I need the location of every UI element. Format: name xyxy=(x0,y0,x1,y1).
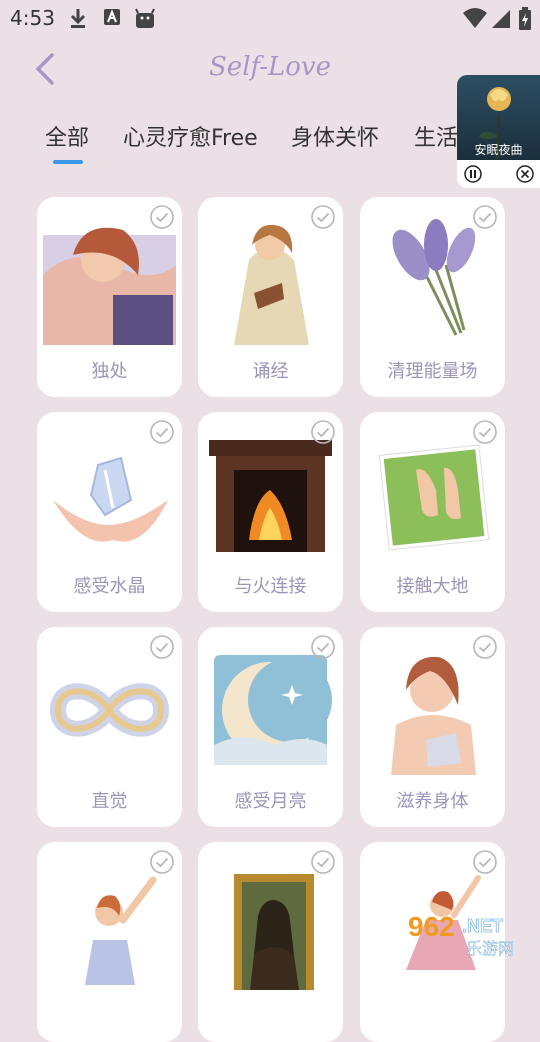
card-label: 清理能量场 xyxy=(387,361,478,382)
watermark-logo: 962 .NET 乐游网 xyxy=(408,911,514,958)
card-art[interactable] xyxy=(198,842,343,1042)
card-feel-crystal[interactable]: 感受水晶 xyxy=(37,412,182,612)
check-circle-icon[interactable] xyxy=(473,205,497,229)
card-label: 感受水晶 xyxy=(73,576,146,597)
status-time: 4:53 xyxy=(10,6,55,30)
a-icon xyxy=(104,9,120,25)
wifi-icon xyxy=(463,8,487,28)
crystal-in-hands-illustration xyxy=(53,456,168,542)
pause-icon[interactable] xyxy=(464,165,482,183)
signal-icon xyxy=(492,10,510,28)
card-label: 诵经 xyxy=(252,361,289,382)
card-nourish-body[interactable]: 滋养身体 xyxy=(360,627,505,827)
watermark-brand: 962 xyxy=(408,911,455,942)
mona-lisa-painting-illustration xyxy=(234,874,314,990)
card-label: 滋养身体 xyxy=(396,791,469,812)
watermark-site: 乐游网 xyxy=(466,939,514,958)
card-label: 直觉 xyxy=(91,791,128,812)
woman-self-care-illustration xyxy=(391,656,476,775)
card-intuition[interactable]: 直觉 xyxy=(37,627,182,827)
card-label: 与火连接 xyxy=(234,576,307,597)
card-connect-fire[interactable]: 与火连接 xyxy=(198,412,343,612)
check-circle-icon[interactable] xyxy=(473,420,497,444)
check-circle-icon[interactable] xyxy=(150,850,174,874)
battery-icon xyxy=(519,7,531,30)
woman-reading-illustration xyxy=(234,224,309,345)
moon-illustration xyxy=(214,655,332,765)
card-solitude[interactable]: 独处 xyxy=(37,197,182,397)
woman-stretching-illustration xyxy=(85,876,157,985)
card-chanting[interactable]: 诵经 xyxy=(198,197,343,397)
check-circle-icon[interactable] xyxy=(473,635,497,659)
download-icon xyxy=(70,9,86,28)
lavender-illustration xyxy=(392,219,476,336)
site-watermark: 962 .NET 乐游网 xyxy=(400,908,536,958)
close-icon[interactable] xyxy=(516,165,534,183)
android-icon xyxy=(135,8,155,28)
check-circle-icon[interactable] xyxy=(150,205,174,229)
tab-indicator xyxy=(53,160,83,164)
tab-life[interactable]: 生活 xyxy=(414,120,458,152)
status-bar: 4:53 xyxy=(0,0,540,36)
card-label: 接触大地 xyxy=(396,576,469,597)
check-circle-icon[interactable] xyxy=(311,850,335,874)
tab-body-care[interactable]: 身体关怀 xyxy=(291,120,379,152)
check-circle-icon[interactable] xyxy=(150,635,174,659)
bare-feet-grass-illustration xyxy=(378,444,490,551)
check-circle-icon[interactable] xyxy=(311,420,335,444)
tab-healing[interactable]: 心灵疗愈Free xyxy=(123,120,258,152)
infinity-illustration xyxy=(49,683,170,737)
player-caption: 安眠夜曲 xyxy=(474,143,523,157)
check-circle-icon[interactable] xyxy=(150,420,174,444)
check-circle-icon[interactable] xyxy=(311,635,335,659)
watermark-domain: .NET xyxy=(462,916,503,936)
check-circle-icon[interactable] xyxy=(311,205,335,229)
woman-resting-illustration xyxy=(43,227,176,345)
check-circle-icon[interactable] xyxy=(473,850,497,874)
card-feel-moon[interactable]: 感受月亮 xyxy=(198,627,343,827)
card-label: 独处 xyxy=(91,361,128,382)
tab-all[interactable]: 全部 xyxy=(45,120,89,152)
card-clear-energy[interactable]: 清理能量场 xyxy=(360,197,505,397)
floating-player[interactable]: 安眠夜曲 xyxy=(457,75,540,188)
card-yoga[interactable] xyxy=(37,842,182,1042)
card-label: 感受月亮 xyxy=(234,791,307,812)
fireplace-illustration xyxy=(209,440,332,552)
card-touch-earth[interactable]: 接触大地 xyxy=(360,412,505,612)
